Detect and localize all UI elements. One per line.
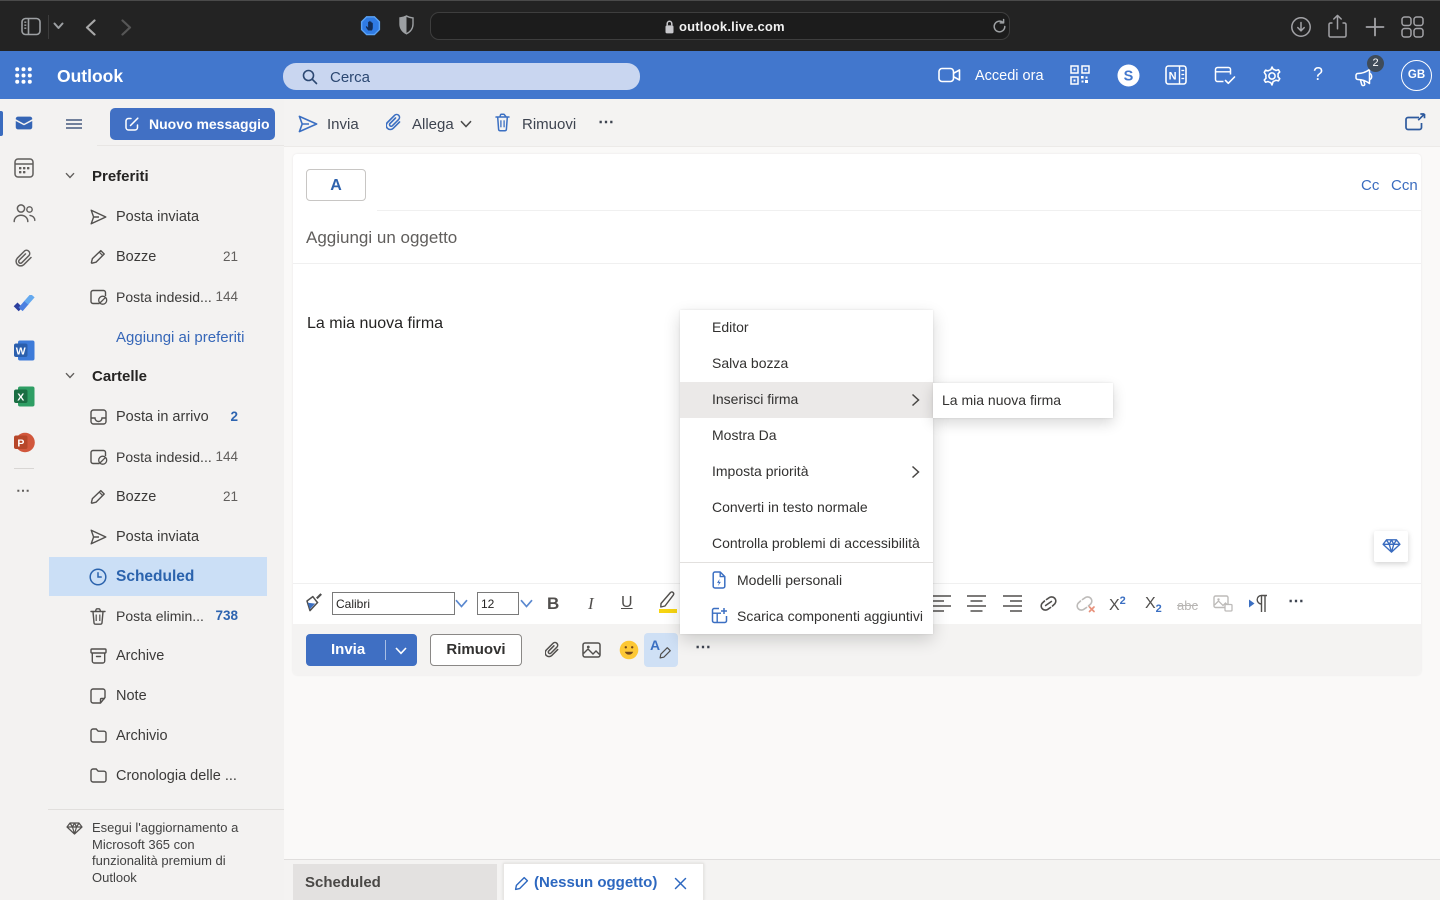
svg-text:N: N (1169, 71, 1177, 83)
svg-text:X: X (17, 392, 24, 404)
svg-text:S: S (1124, 69, 1134, 85)
svg-text:P: P (17, 438, 24, 450)
svg-text:W: W (16, 346, 26, 358)
